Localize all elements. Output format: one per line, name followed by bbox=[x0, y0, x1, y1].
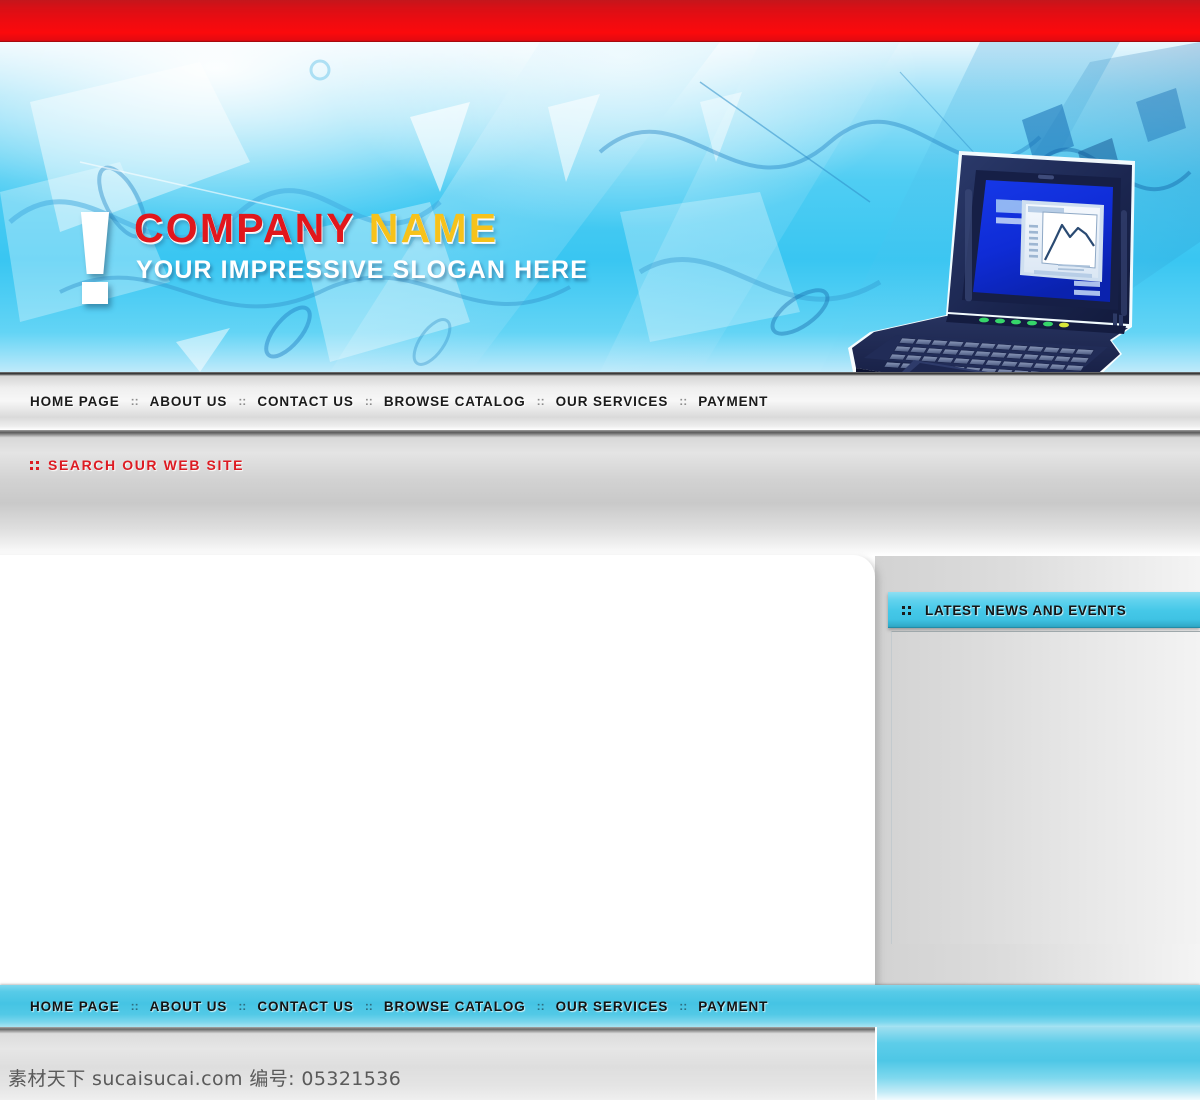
nav-item-home-page[interactable]: HOME PAGE bbox=[30, 394, 120, 409]
stock-site-watermark: 素材天下 sucaisucai.com 编号: 05321536 bbox=[8, 1068, 402, 1090]
main-navigation-list: HOME PAGE :: ABOUT US :: CONTACT US :: B… bbox=[0, 394, 768, 409]
latest-news-panel: LATEST NEWS AND EVENTS bbox=[888, 592, 1200, 984]
nav-item-contact-us[interactable]: CONTACT US bbox=[257, 394, 354, 409]
nav-separator: :: bbox=[364, 394, 373, 408]
site-logo[interactable]: COMPANY NAME YOUR IMPRESSIVE SLOGAN HERE bbox=[76, 172, 696, 312]
footer-nav-separator: :: bbox=[364, 999, 373, 1013]
company-name-part1: COMPANY bbox=[134, 205, 356, 251]
company-name-part2: NAME bbox=[368, 205, 499, 251]
nav-separator: :: bbox=[130, 394, 139, 408]
footer-nav-item-payment[interactable]: PAYMENT bbox=[698, 999, 768, 1014]
hero-banner: COMPANY NAME YOUR IMPRESSIVE SLOGAN HERE bbox=[0, 42, 1200, 372]
footer-nav-separator: :: bbox=[679, 999, 688, 1013]
footer-nav-item-home-page[interactable]: HOME PAGE bbox=[30, 999, 120, 1014]
nav-separator: :: bbox=[679, 394, 688, 408]
footer-nav-separator: :: bbox=[130, 999, 139, 1013]
footer-navigation[interactable]: HOME PAGE :: ABOUT US :: CONTACT US :: B… bbox=[0, 985, 1200, 1027]
nav-separator: :: bbox=[536, 394, 545, 408]
latest-news-title: LATEST NEWS AND EVENTS bbox=[925, 602, 1127, 618]
footer-nav-item-our-services[interactable]: OUR SERVICES bbox=[556, 999, 669, 1014]
page-root: COMPANY NAME YOUR IMPRESSIVE SLOGAN HERE bbox=[0, 0, 1200, 1100]
footer-nav-separator: :: bbox=[536, 999, 545, 1013]
footer-nav-separator: :: bbox=[238, 999, 247, 1013]
nav-separator: :: bbox=[238, 394, 247, 408]
footer-nav-item-about-us[interactable]: ABOUT US bbox=[150, 999, 228, 1014]
search-section-heading: SEARCH OUR WEB SITE bbox=[30, 457, 244, 473]
search-section-label: SEARCH OUR WEB SITE bbox=[48, 457, 245, 473]
nav-item-about-us[interactable]: ABOUT US bbox=[150, 394, 228, 409]
main-navigation[interactable]: HOME PAGE :: ABOUT US :: CONTACT US :: B… bbox=[0, 372, 1200, 430]
latest-news-header: LATEST NEWS AND EVENTS bbox=[888, 592, 1200, 628]
footer-nav-item-browse-catalog[interactable]: BROWSE CATALOG bbox=[384, 999, 526, 1014]
company-slogan: YOUR IMPRESSIVE SLOGAN HERE bbox=[136, 256, 588, 284]
footer-navigation-list: HOME PAGE :: ABOUT US :: CONTACT US :: B… bbox=[0, 999, 768, 1014]
top-red-accent-bar bbox=[0, 0, 1200, 42]
nav-item-browse-catalog[interactable]: BROWSE CATALOG bbox=[384, 394, 526, 409]
footer-bottom-right-band bbox=[876, 1027, 1200, 1100]
footer-nav-item-contact-us[interactable]: CONTACT US bbox=[257, 999, 354, 1014]
double-colon-bullet-icon bbox=[30, 460, 39, 470]
nav-item-our-services[interactable]: OUR SERVICES bbox=[556, 394, 669, 409]
nav-item-payment[interactable]: PAYMENT bbox=[698, 394, 768, 409]
exclamation-mark-icon bbox=[76, 212, 114, 304]
laptop-illustration bbox=[836, 142, 1176, 372]
company-name: COMPANY NAME bbox=[134, 208, 498, 249]
double-colon-bullet-icon bbox=[902, 605, 911, 615]
latest-news-body bbox=[891, 631, 1200, 944]
footer-column-divider bbox=[875, 1027, 877, 1100]
main-content-panel bbox=[0, 555, 875, 985]
search-section: SEARCH OUR WEB SITE bbox=[0, 430, 1200, 556]
